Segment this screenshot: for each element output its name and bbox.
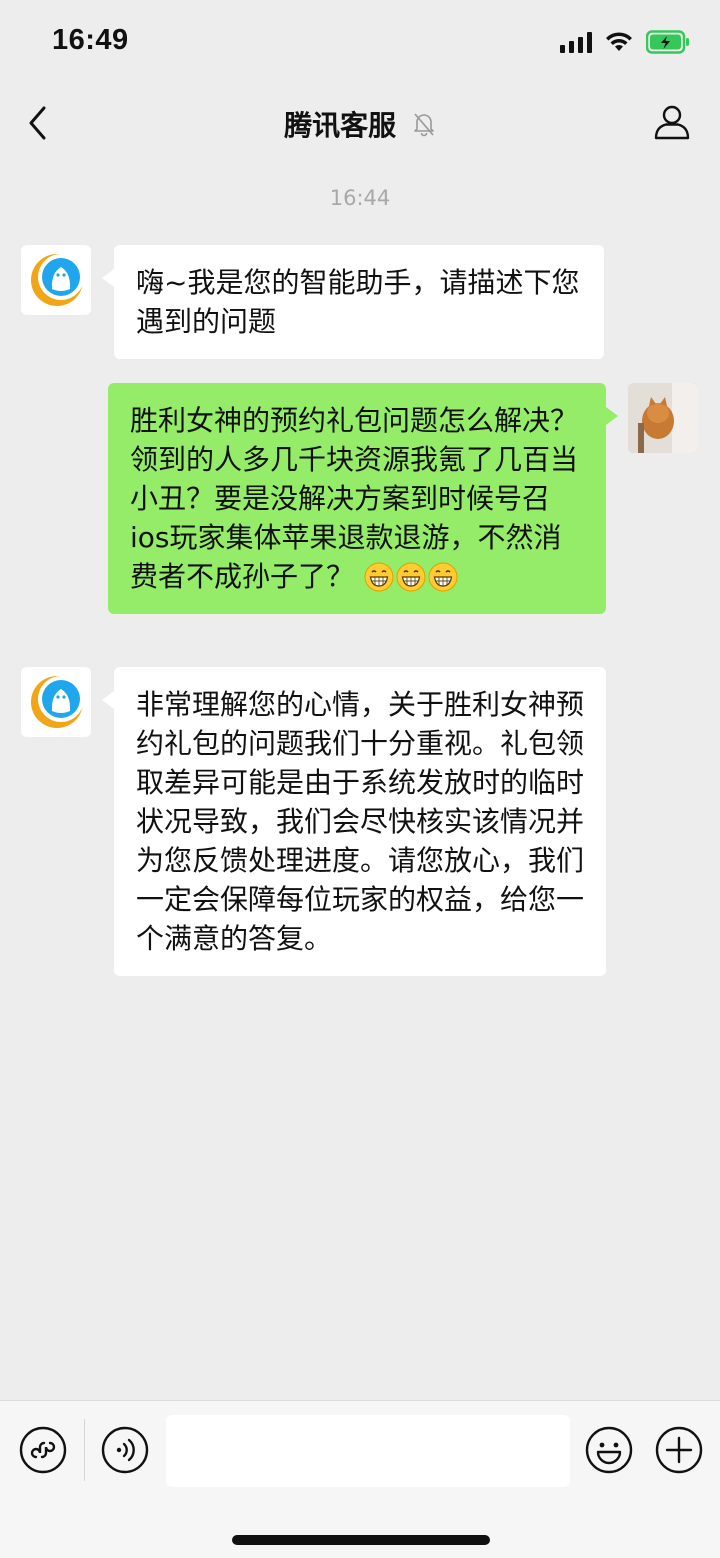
nav-bar: 腾讯客服 xyxy=(0,86,720,160)
message-bubble: 胜利女神的预约礼包问题怎么解决？领到的人多几千块资源我氪了几百当小丑？要是没解决… xyxy=(108,383,618,614)
grinning-emoji xyxy=(364,562,394,592)
mute-bell-icon xyxy=(414,113,434,137)
home-indicator[interactable] xyxy=(232,1535,490,1545)
service-avatar[interactable] xyxy=(21,667,91,737)
message-text: 胜利女神的预约礼包问题怎么解决？领到的人多几千块资源我氪了几百当小丑？要是没解决… xyxy=(130,404,579,593)
message-bubble: 嗨~我是您的智能助手，请描述下您遇到的问题 xyxy=(102,245,604,359)
service-avatar-icon xyxy=(31,254,84,306)
mini-program-button[interactable] xyxy=(18,1425,68,1475)
service-avatar-icon xyxy=(31,676,84,728)
status-bar: 16:49 xyxy=(0,0,720,86)
message-row-service: 嗨~我是您的智能助手，请描述下您遇到的问题 xyxy=(0,244,720,359)
grinning-emoji xyxy=(428,562,458,592)
message-bubble: 非常理解您的心情，关于胜利女神预约礼包的问题我们十分重视。礼包领取差异可能是由于… xyxy=(102,667,606,976)
message-row-service: 非常理解您的心情，关于胜利女神预约礼包的问题我们十分重视。礼包领取差异可能是由于… xyxy=(0,666,720,976)
emoji-button[interactable] xyxy=(584,1425,634,1475)
chat-title: 腾讯客服 xyxy=(0,104,720,144)
message-text: 嗨~我是您的智能助手，请描述下您遇到的问题 xyxy=(136,266,580,338)
emoji-icon xyxy=(585,1426,633,1474)
chat-title-text: 腾讯客服 xyxy=(284,109,397,142)
voice-icon xyxy=(101,1426,149,1474)
service-avatar[interactable] xyxy=(21,245,91,315)
status-icons xyxy=(560,30,690,54)
more-button[interactable] xyxy=(654,1425,704,1475)
profile-button[interactable] xyxy=(652,102,692,144)
cat-photo-icon xyxy=(628,383,698,453)
message-row-user: 胜利女神的预约礼包问题怎么解决？领到的人多几千块资源我氪了几百当小丑？要是没解决… xyxy=(0,382,720,638)
status-time: 16:49 xyxy=(52,24,129,56)
plus-icon xyxy=(655,1426,703,1474)
profile-icon xyxy=(654,105,690,140)
signal-icon xyxy=(560,31,592,53)
voice-button[interactable] xyxy=(100,1425,150,1475)
wifi-icon xyxy=(606,32,632,51)
user-avatar[interactable] xyxy=(628,383,698,453)
grinning-emoji xyxy=(396,562,426,592)
mini-program-icon xyxy=(19,1426,67,1474)
message-timestamp: 16:44 xyxy=(329,186,391,210)
message-input[interactable] xyxy=(166,1415,570,1487)
message-text: 非常理解您的心情，关于胜利女神预约礼包的问题我们十分重视。礼包领取差异可能是由于… xyxy=(136,688,585,955)
input-divider xyxy=(84,1419,85,1481)
battery-charging-icon xyxy=(646,30,689,54)
